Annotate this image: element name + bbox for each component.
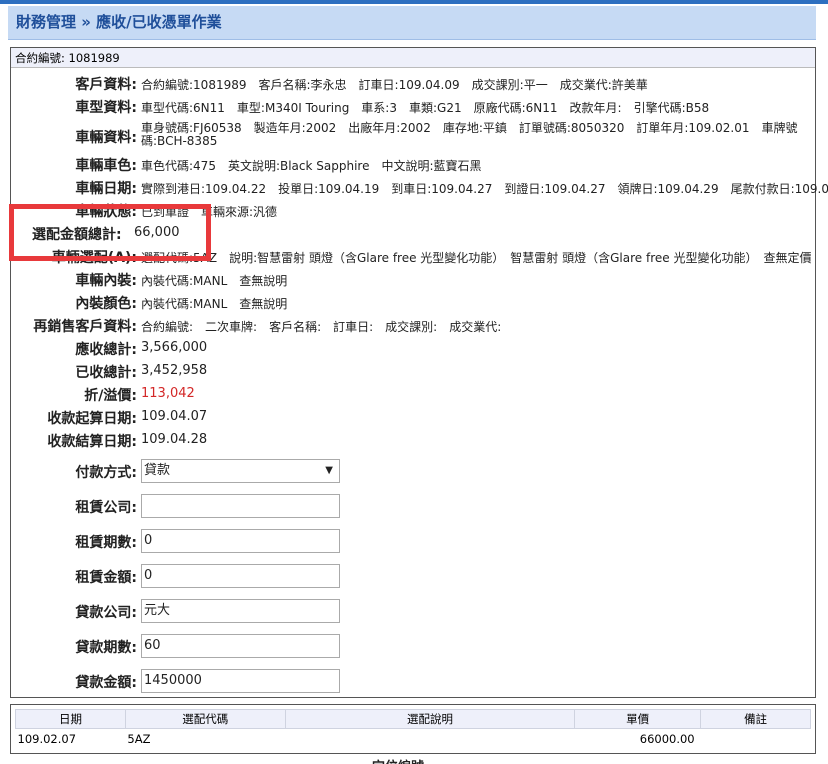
label-customer: 客戶資料: xyxy=(75,77,137,93)
label-end-date: 收款結算日期: xyxy=(47,434,137,450)
value-vehicle: 車身號碼:FJ60538 製造年月:2002 出廠年月:2002 庫存地:平鎮 … xyxy=(141,121,798,148)
lease-periods-input[interactable]: 0 xyxy=(141,529,340,553)
top-accent-bar xyxy=(0,0,828,4)
payment-method-value: 貸款 xyxy=(144,463,171,478)
label-lease-periods: 租賃期數: xyxy=(75,535,137,551)
payment-method-select[interactable]: 貸款 ▼ xyxy=(141,459,340,483)
chevron-down-icon: ▼ xyxy=(325,465,333,476)
value-customer: 合約編號:1081989 客戶名稱:李永忠 訂車日:109.04.09 成交課別… xyxy=(141,78,648,92)
lease-company-input[interactable] xyxy=(141,494,340,518)
value-dates: 實際到港日:109.04.22 投單日:109.04.19 到車日:109.04… xyxy=(141,182,828,196)
value-model: 車型代碼:6N11 車型:M340I Touring 車系:3 車類:G21 原… xyxy=(141,101,710,115)
label-start-date: 收款起算日期: xyxy=(47,411,137,427)
loan-periods-input[interactable]: 60 xyxy=(141,634,340,658)
label-loan-company: 貸款公司: xyxy=(75,605,137,621)
label-discount: 折/溢價: xyxy=(84,388,137,404)
loan-amount-input[interactable]: 1450000 xyxy=(141,669,340,693)
value-receivable: 3,566,000 xyxy=(141,340,208,355)
label-model: 車型資料: xyxy=(75,100,137,116)
label-dates: 車輛日期: xyxy=(75,181,137,197)
page-title: 財務管理 » 應收/已收憑單作業 xyxy=(8,6,816,40)
highlight-box xyxy=(9,204,211,261)
label-lease-amount: 租賃金額: xyxy=(75,570,137,586)
value-discount: 113,042 xyxy=(141,386,195,401)
value-options: 選配代碼:5AZ 說明:智慧雷射 頭燈（含Glare free 光型變化功能） … xyxy=(141,251,812,265)
value-resale: 合約編號: 二次車牌: 客戶名稱: 訂車日: 成交課別: 成交業代: xyxy=(141,320,502,334)
col-option-code: 選配代碼 xyxy=(124,709,286,729)
loan-company-input[interactable]: 元大 xyxy=(141,599,340,623)
label-loan-amount: 貸款金額: xyxy=(75,675,137,691)
value-interior: 內裝代碼:MANL 查無說明 xyxy=(141,274,288,288)
label-vehicle: 車輛資料: xyxy=(75,130,137,146)
value-end-date: 109.04.28 xyxy=(141,432,208,447)
value-interior-color: 內裝代碼:MANL 查無說明 xyxy=(141,297,288,311)
table-header-row: 日期 選配代碼 選配說明 單價 備註 xyxy=(15,709,811,729)
label-loan-periods: 貸款期數: xyxy=(75,640,137,656)
cell-option-code: 5AZ xyxy=(127,732,151,747)
value-start-date: 109.04.07 xyxy=(141,409,208,424)
label-interior-color: 內裝顏色: xyxy=(75,296,137,312)
label-receivable: 應收總計: xyxy=(75,342,137,358)
contract-number-header: 合約編號: 1081989 xyxy=(11,48,815,68)
options-table-panel: 日期 選配代碼 選配說明 單價 備註 109.02.07 5AZ 66000.0… xyxy=(10,704,816,754)
cell-price: 66000.00 xyxy=(639,732,695,747)
cell-option-desc xyxy=(285,729,575,750)
label-color: 車輛車色: xyxy=(75,158,137,174)
col-option-desc: 選配說明 xyxy=(284,709,576,729)
table-row: 109.02.07 5AZ 66000.00 xyxy=(16,729,811,750)
col-price: 單價 xyxy=(574,709,702,729)
contract-detail-panel: 合約編號: 1081989 客戶資料: 合約編號:1081989 客戶名稱:李永… xyxy=(10,47,828,698)
col-date: 日期 xyxy=(15,709,126,729)
label-payment-method: 付款方式: xyxy=(75,465,137,481)
cell-date: 109.02.07 xyxy=(17,732,77,747)
cell-note xyxy=(701,729,811,750)
section-heading-partial: 定位編號 xyxy=(372,756,424,764)
value-received: 3,452,958 xyxy=(141,363,208,378)
col-note: 備註 xyxy=(700,709,811,729)
options-table: 日期 選配代碼 選配說明 單價 備註 109.02.07 5AZ 66000.0… xyxy=(15,709,811,750)
label-lease-company: 租賃公司: xyxy=(75,500,137,516)
label-received: 已收總計: xyxy=(75,365,137,381)
label-resale: 再銷售客戶資料: xyxy=(33,319,137,335)
value-color: 車色代碼:475 英文說明:Black Sapphire 中文說明:藍寶石黑 xyxy=(141,159,482,173)
lease-amount-input[interactable]: 0 xyxy=(141,564,340,588)
label-interior: 車輛內裝: xyxy=(75,273,137,289)
